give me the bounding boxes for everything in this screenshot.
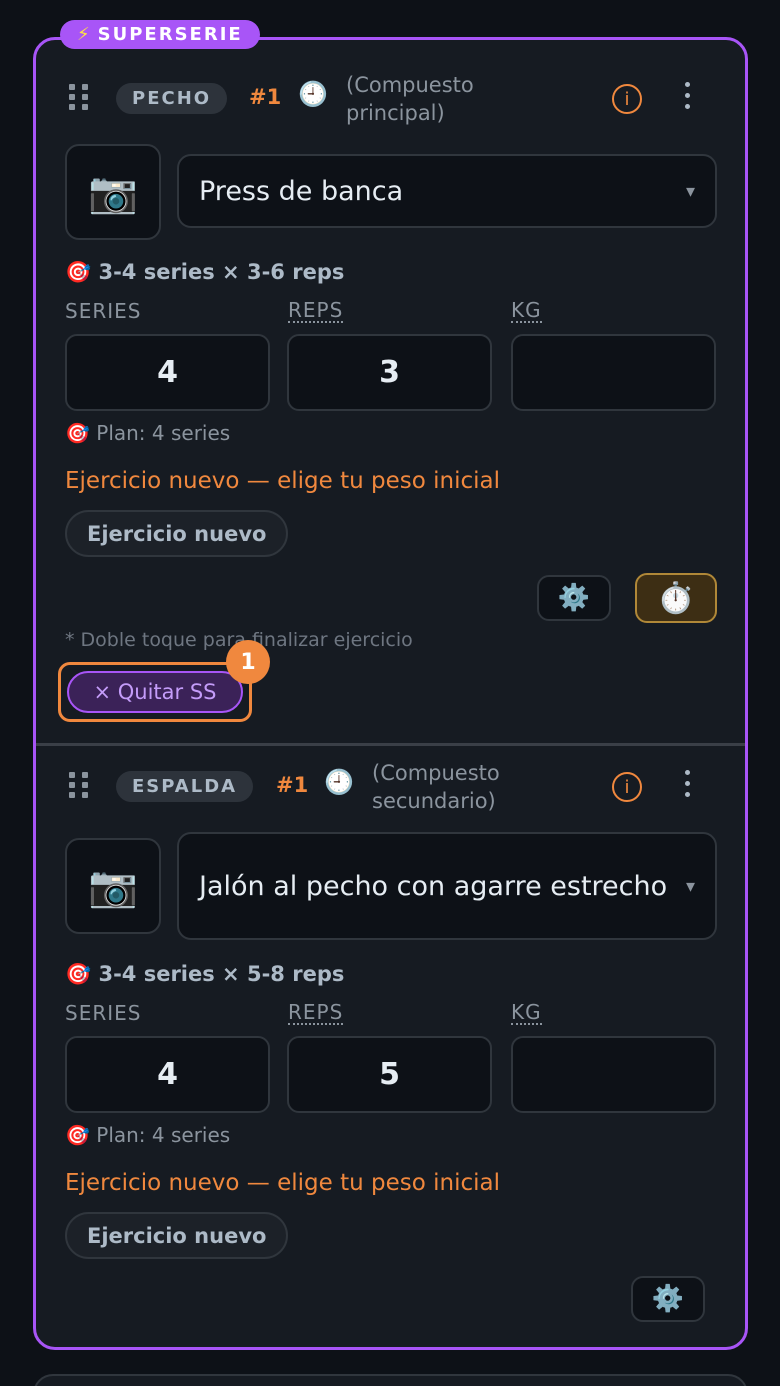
remove-superset-button[interactable]: × Quitar SS — [67, 671, 243, 713]
series-label: SERIES — [65, 1001, 142, 1025]
exercise-photo-button[interactable]: 📷 — [65, 144, 161, 240]
info-icon[interactable]: i — [612, 772, 642, 802]
reps-input[interactable]: 5 — [287, 1036, 492, 1113]
chevron-down-icon: ▾ — [685, 875, 695, 897]
kg-input[interactable] — [511, 1036, 716, 1113]
kg-label: KG — [511, 298, 542, 323]
muscle-group-badge: ESPALDA — [116, 771, 254, 802]
exercise-type: (Compuesto secundario) — [372, 759, 500, 815]
series-input[interactable]: 4 — [65, 1036, 270, 1113]
exercise-name: Press de banca — [199, 175, 404, 207]
gear-icon: ⚙️ — [651, 1284, 685, 1314]
kg-input[interactable] — [511, 334, 716, 411]
reps-label: REPS — [288, 1000, 344, 1025]
target-range: 🎯 3-4 series × 5-8 reps — [65, 962, 345, 986]
drag-handle-icon[interactable] — [69, 84, 89, 110]
clock-icon: 🕘 — [298, 80, 328, 108]
remove-superset-highlight: × Quitar SS — [58, 662, 252, 722]
next-exercise-card — [33, 1374, 748, 1386]
reps-label: REPS — [288, 298, 344, 323]
exercise-select[interactable]: Jalón al pecho con agarre estrecho ▾ — [177, 832, 717, 940]
step-number-badge: 1 — [226, 640, 270, 684]
exercise-select[interactable]: Press de banca ▾ — [177, 154, 717, 228]
series-input[interactable]: 4 — [65, 334, 270, 411]
camera-icon: 📷 — [88, 169, 138, 216]
bolt-icon: ⚡ — [77, 24, 90, 45]
exercise-type: (Compuesto principal) — [346, 71, 474, 127]
new-exercise-badge[interactable]: Ejercicio nuevo — [65, 1212, 289, 1259]
muscle-group-badge: PECHO — [116, 83, 228, 114]
stopwatch-icon: ⏱️ — [657, 580, 695, 616]
reps-input[interactable]: 3 — [287, 334, 492, 411]
exercise-card: ESPALDA #1 🕘 (Compuesto secundario) i 📷 … — [36, 746, 745, 1347]
more-options-icon[interactable] — [681, 82, 693, 109]
plan-text: 🎯 Plan: 4 series — [65, 1123, 231, 1147]
plan-text: 🎯 Plan: 4 series — [65, 421, 231, 445]
superset-badge-label: SUPERSERIE — [97, 24, 243, 45]
exercise-type-line2: secundario) — [372, 789, 496, 813]
more-options-icon[interactable] — [681, 770, 693, 797]
exercise-type-line2: principal) — [346, 101, 445, 125]
exercise-type-line1: (Compuesto — [346, 73, 474, 97]
kg-label: KG — [511, 1000, 542, 1025]
exercise-card: PECHO #1 🕘 (Compuesto principal) i 📷 Pre… — [36, 40, 745, 743]
settings-button[interactable]: ⚙️ — [537, 575, 611, 621]
settings-button[interactable]: ⚙️ — [631, 1276, 705, 1322]
gear-icon: ⚙️ — [557, 583, 591, 613]
exercise-type-line1: (Compuesto — [372, 761, 500, 785]
camera-icon: 📷 — [88, 863, 138, 910]
info-icon[interactable]: i — [612, 84, 642, 114]
exercise-name: Jalón al pecho con agarre estrecho — [199, 870, 668, 902]
superset-container: PECHO #1 🕘 (Compuesto principal) i 📷 Pre… — [33, 37, 748, 1350]
new-exercise-warning: Ejercicio nuevo — elige tu peso inicial — [65, 468, 500, 494]
exercise-rank: #1 — [249, 85, 282, 109]
new-exercise-badge[interactable]: Ejercicio nuevo — [65, 510, 289, 557]
series-label: SERIES — [65, 299, 142, 323]
superset-badge: ⚡ SUPERSERIE — [60, 20, 260, 49]
target-range: 🎯 3-4 series × 3-6 reps — [65, 260, 345, 284]
exercise-rank: #1 — [276, 773, 309, 797]
drag-handle-icon[interactable] — [69, 772, 89, 798]
workout-page: ⚡ SUPERSERIE PECHO #1 🕘 (Compuesto princ… — [0, 0, 780, 1386]
new-exercise-warning: Ejercicio nuevo — elige tu peso inicial — [65, 1170, 500, 1196]
clock-icon: 🕘 — [324, 768, 354, 796]
chevron-down-icon: ▾ — [685, 180, 695, 202]
exercise-photo-button[interactable]: 📷 — [65, 838, 161, 934]
rest-timer-button[interactable]: ⏱️ — [635, 573, 717, 623]
